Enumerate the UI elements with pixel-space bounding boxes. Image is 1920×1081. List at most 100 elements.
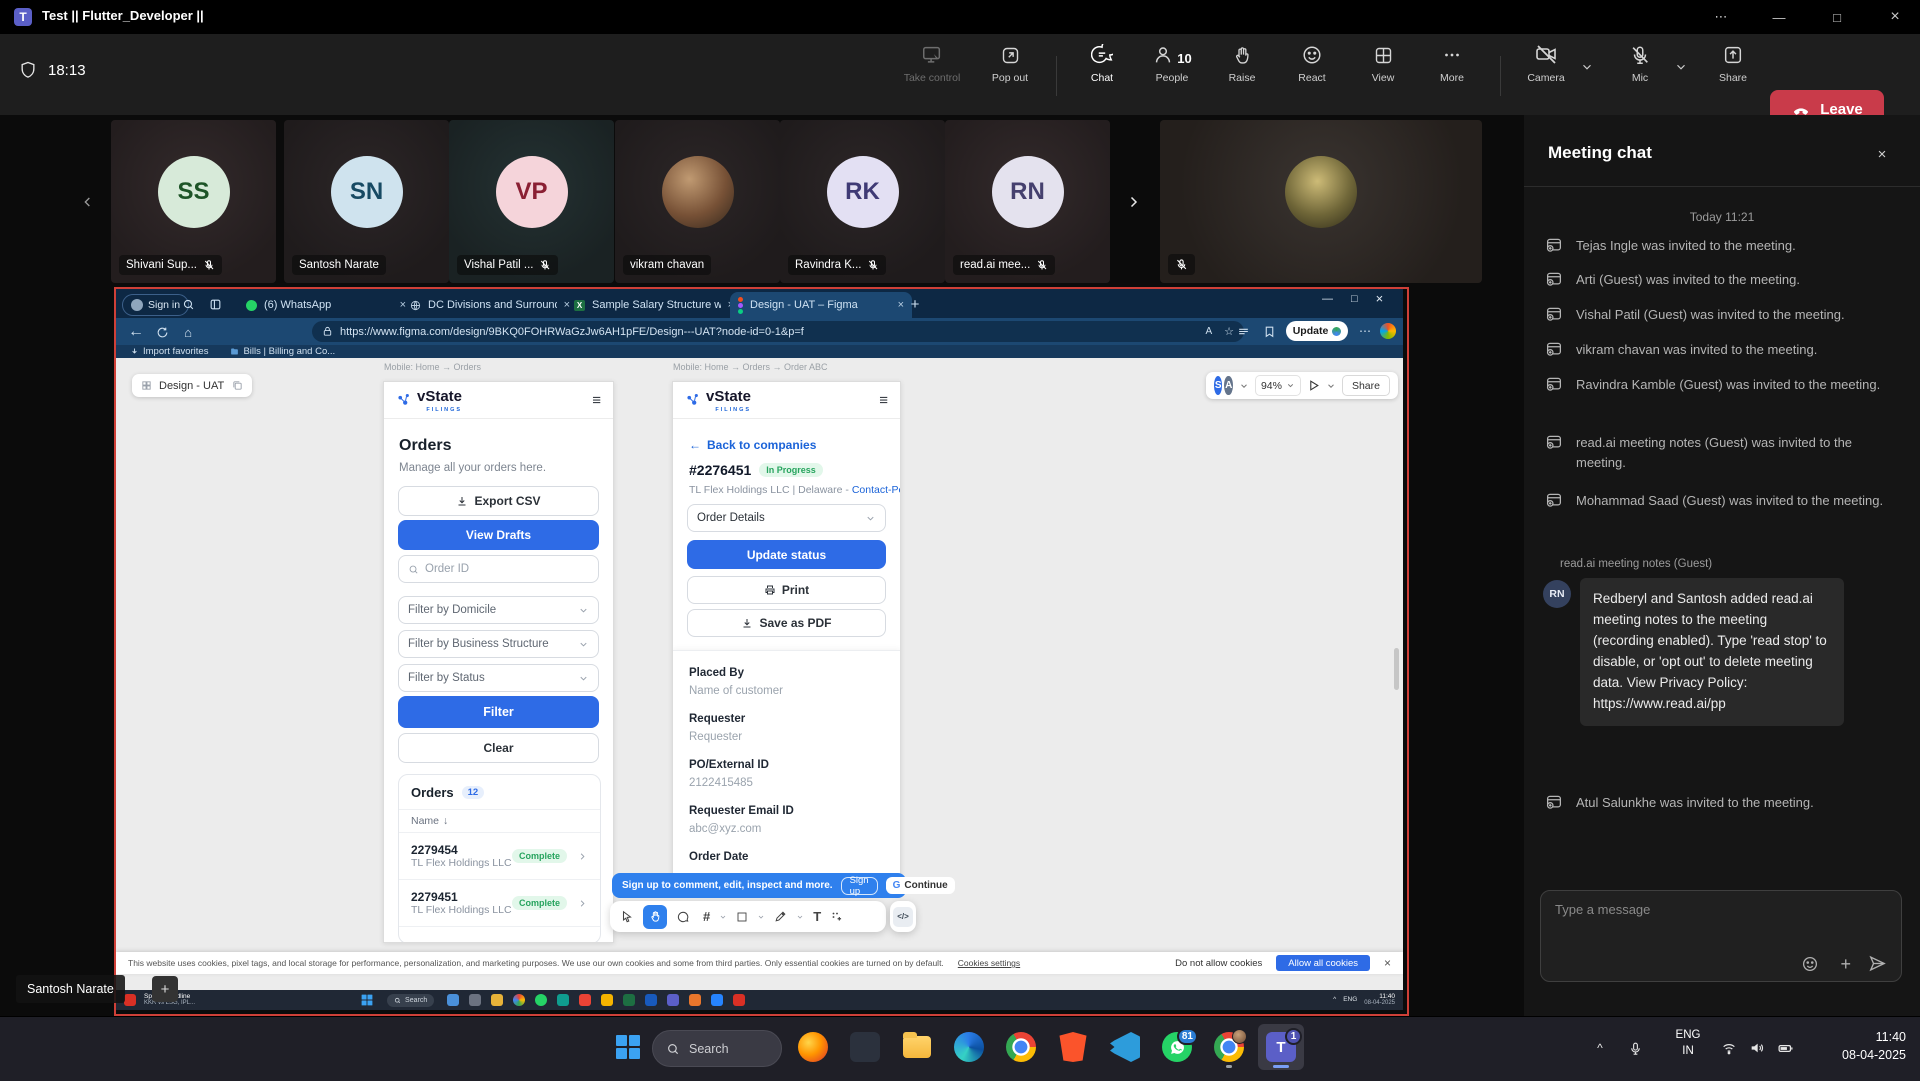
filmstrip-scroll-left-icon[interactable] [78, 188, 98, 216]
share-search-box[interactable]: Search [387, 994, 434, 1007]
emoji-icon[interactable] [1801, 955, 1819, 973]
share-button[interactable]: Share [1701, 40, 1765, 110]
share-taskbar-app-icon[interactable] [491, 994, 503, 1006]
widgets-icon[interactable] [124, 994, 136, 1006]
workspaces-icon[interactable] [205, 294, 225, 314]
share-taskbar-app-icon[interactable] [469, 994, 481, 1006]
export-csv-button[interactable]: Export CSV [398, 486, 599, 516]
dev-mode-chip[interactable]: </> [890, 901, 916, 932]
taskbar-file-explorer[interactable] [894, 1024, 940, 1070]
taskbar-app[interactable] [842, 1024, 888, 1070]
chevron-right-icon[interactable] [577, 851, 588, 862]
shape-tool-chevron-icon[interactable] [757, 913, 765, 921]
move-tool-icon[interactable] [620, 910, 634, 924]
save-as-pdf-button[interactable]: Save as PDF [687, 609, 886, 637]
chat-message-input[interactable] [1553, 901, 1807, 918]
taskbar-firefox[interactable] [790, 1024, 836, 1070]
design-frame-orders[interactable]: vStateFILINGS ≡ Orders Manage all your o… [383, 381, 614, 943]
read-aloud-icon[interactable]: A [1205, 326, 1212, 337]
tray-wifi-icon[interactable] [1716, 1032, 1742, 1064]
hand-tool-icon-active[interactable] [643, 905, 667, 929]
sort-down-icon[interactable]: ↓ [443, 815, 448, 827]
pen-tool-chevron-icon[interactable] [796, 913, 804, 921]
share-taskbar-app-icon[interactable] [601, 994, 613, 1006]
browser-maximize-icon[interactable]: □ [1351, 293, 1358, 305]
hamburger-menu-icon[interactable]: ≡ [879, 392, 888, 409]
cookie-settings-link[interactable]: Cookies settings [958, 958, 1020, 968]
deny-cookies-button[interactable]: Do not allow cookies [1175, 958, 1262, 969]
share-taskbar-app-icon[interactable] [711, 994, 723, 1006]
view-button[interactable]: View [1351, 40, 1415, 110]
taskbar-brave[interactable] [1050, 1024, 1096, 1070]
tray-volume-icon[interactable] [1744, 1032, 1770, 1064]
people-button[interactable]: 10 People [1140, 40, 1204, 110]
canvas-scrollbar[interactable] [1394, 648, 1399, 690]
update-status-button[interactable]: Update status [687, 540, 886, 569]
order-row[interactable]: 2279451 TL Flex Holdings LLC Complete [399, 880, 600, 926]
share-taskbar-app-icon[interactable] [733, 994, 745, 1006]
share-taskbar-app-icon[interactable] [645, 994, 657, 1006]
participant-tile[interactable]: SN Santosh Narate [284, 120, 449, 283]
tray-battery-icon[interactable] [1772, 1032, 1798, 1064]
more-button[interactable]: More [1420, 40, 1484, 110]
copilot-icon[interactable] [1380, 323, 1396, 339]
figma-signup-button[interactable]: Sign up [841, 877, 878, 895]
titlebar-more-icon[interactable]: ⋯ [1698, 0, 1744, 34]
present-chevron-icon[interactable] [1326, 381, 1336, 391]
window-close-button[interactable]: × [1872, 0, 1918, 34]
figma-zoom-control[interactable]: 94% [1255, 375, 1301, 396]
chat-button[interactable]: Chat [1070, 40, 1134, 110]
print-button[interactable]: Print [687, 576, 886, 604]
participant-tile[interactable] [1160, 120, 1482, 283]
favorite-star-icon[interactable]: ☆ [1224, 325, 1234, 338]
chat-close-icon[interactable]: × [1868, 140, 1896, 168]
camera-button[interactable]: Camera [1514, 40, 1578, 110]
chevron-right-icon[interactable] [577, 898, 588, 909]
participant-tile[interactable]: VP Vishal Patil ... [449, 120, 614, 283]
window-minimize-button[interactable]: — [1756, 0, 1802, 34]
react-button[interactable]: React [1280, 40, 1344, 110]
taskbar-chrome-profile[interactable] [1206, 1024, 1252, 1070]
browser-close-icon[interactable]: × [1376, 291, 1384, 306]
bookmark-bills-folder[interactable]: Bills | Billing and Co... [230, 346, 335, 357]
share-taskbar-app-icon[interactable] [447, 994, 459, 1006]
browser-minimize-icon[interactable]: — [1322, 293, 1333, 305]
figma-share-button[interactable]: Share [1342, 375, 1390, 396]
filmstrip-scroll-right-icon[interactable] [1122, 188, 1144, 216]
pop-out-button[interactable]: Pop out [978, 40, 1042, 110]
browser-tab[interactable]: X Sample Salary Structure with calc × [566, 292, 742, 318]
taskbar-search-box[interactable]: Search [652, 1030, 782, 1067]
design-frame-order-detail[interactable]: vStateFILINGS ≡ ← Back to companies #227… [672, 381, 901, 881]
browser-menu-icon[interactable]: ⋯ [1356, 322, 1374, 340]
figma-doc-pill[interactable]: Design - UAT [132, 374, 252, 397]
tab-search-icon[interactable] [178, 294, 198, 314]
filter-domicile-select[interactable]: Filter by Domicile [398, 596, 599, 624]
import-favorites-link[interactable]: Import favorites [130, 346, 208, 357]
share-taskbar-app-icon[interactable] [513, 994, 525, 1006]
chat-compose-box[interactable]: + [1540, 890, 1902, 982]
browser-tab[interactable]: (6) WhatsApp × [238, 292, 414, 318]
text-tool-icon[interactable]: T [813, 909, 821, 924]
order-details-select[interactable]: Order Details [687, 504, 886, 532]
pen-tool-icon[interactable] [774, 910, 787, 923]
clear-button[interactable]: Clear [398, 733, 599, 763]
attach-plus-icon[interactable]: + [1840, 955, 1851, 973]
taskbar-whatsapp[interactable]: 81 [1154, 1024, 1200, 1070]
participant-tile[interactable]: SS Shivani Sup... [111, 120, 276, 283]
browser-tab-active[interactable]: Design - UAT – Figma × [730, 292, 912, 318]
address-bar[interactable]: https://www.figma.com/design/9BKQ0FOHRWa… [312, 321, 1244, 342]
figma-present-icon[interactable] [1307, 379, 1320, 392]
frame-tool-chevron-icon[interactable] [719, 913, 727, 921]
share-system-tray[interactable]: ^ ENG 11:40 08-04-2025 [1333, 993, 1395, 1008]
share-taskbar-app-icon[interactable] [579, 994, 591, 1006]
raise-hand-button[interactable]: Raise [1210, 40, 1274, 110]
cookie-close-icon[interactable]: × [1384, 956, 1391, 970]
tray-clock[interactable]: 11:40 08-04-2025 [1800, 1029, 1912, 1064]
back-to-companies-link[interactable]: ← Back to companies [689, 438, 816, 452]
frame-tool-icon[interactable]: # [703, 909, 710, 924]
tray-mic-icon[interactable] [1622, 1032, 1648, 1064]
taskbar-teams-active[interactable]: T 1 [1258, 1024, 1304, 1070]
taskbar-vscode[interactable] [1102, 1024, 1148, 1070]
contact-person-link[interactable]: Contact-Person [852, 484, 901, 496]
filter-status-select[interactable]: Filter by Status [398, 664, 599, 692]
